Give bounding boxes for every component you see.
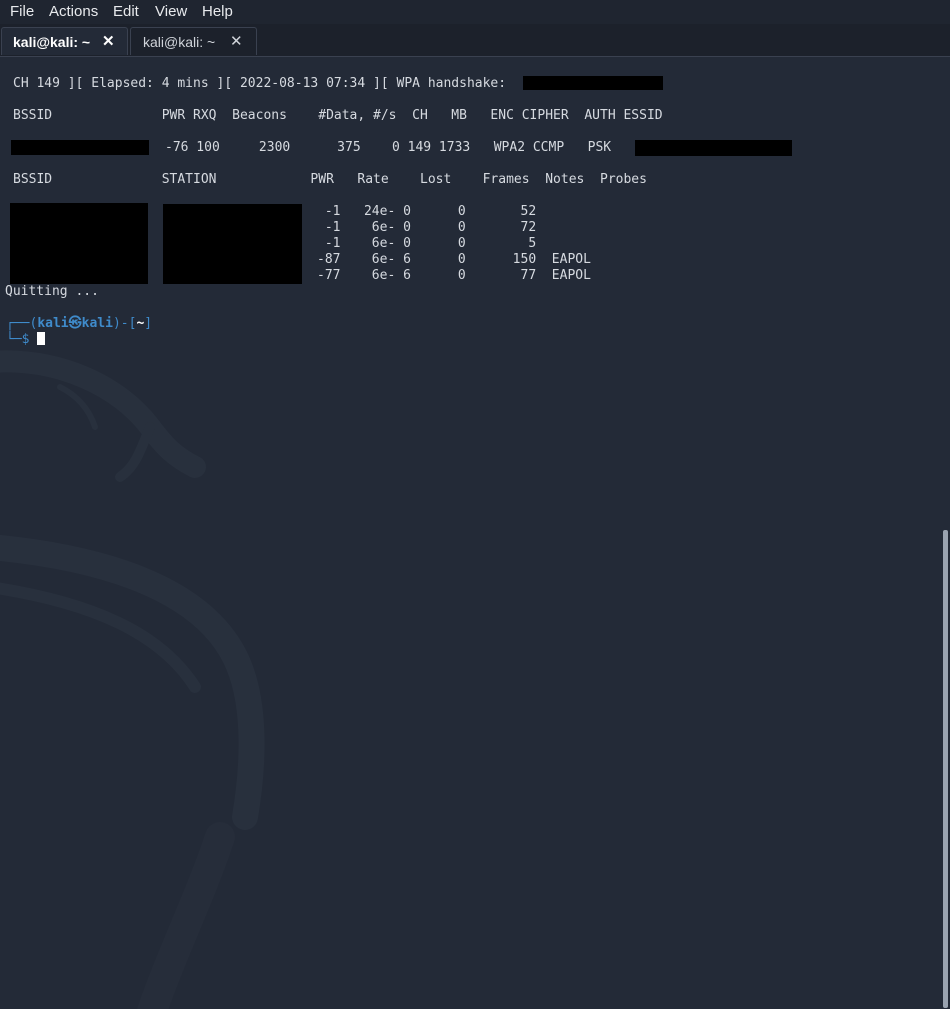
prompt-line-top: ┌──(kali㉿kali)-[~] (6, 316, 152, 332)
prompt-user: kali (37, 316, 69, 331)
redacted-block (523, 76, 663, 90)
prompt-frame: ┌──( (6, 316, 38, 331)
menu-file[interactable]: File (10, 3, 34, 20)
airodump-status-line: CH 149 ][ Elapsed: 4 mins ][ 2022-08-13 … (13, 76, 507, 91)
redacted-block (10, 203, 148, 284)
redacted-block (635, 140, 792, 156)
menu-edit[interactable]: Edit (113, 3, 139, 20)
prompt-frame: )-[ (112, 316, 137, 331)
terminal-output[interactable]: CH 149 ][ Elapsed: 4 mins ][ 2022-08-13 … (0, 57, 942, 1009)
redacted-block (163, 204, 302, 284)
tab-label: kali@kali: ~ (143, 34, 216, 50)
prompt-line-bottom: └─$ (6, 332, 46, 348)
station-table-header: BSSID STATION PWR Rate Lost Frames Notes… (13, 172, 647, 187)
menu-bar: File Actions Edit View Help (0, 0, 950, 24)
station-row: -1 24e- 0 0 52 (317, 204, 537, 219)
kali-dragon-watermark-icon (0, 350, 265, 1009)
redacted-block (11, 140, 149, 155)
tab-terminal-2[interactable]: kali@kali: ~ ✕ (130, 27, 257, 55)
station-row: -1 6e- 0 0 72 (317, 220, 537, 235)
prompt-host: kali (81, 316, 113, 331)
station-row: -87 6e- 6 0 150 EAPOL (317, 252, 591, 267)
close-icon[interactable]: ✕ (102, 32, 115, 50)
quitting-message: Quitting ... (5, 284, 99, 299)
menu-view[interactable]: View (155, 3, 187, 20)
close-icon[interactable]: ✕ (230, 32, 243, 50)
tab-terminal-1[interactable]: kali@kali: ~ ✕ (1, 27, 128, 55)
menu-help[interactable]: Help (202, 3, 233, 20)
tab-bar: kali@kali: ~ ✕ kali@kali: ~ ✕ (0, 24, 950, 57)
menu-actions[interactable]: Actions (49, 3, 98, 20)
tab-label: kali@kali: ~ (13, 34, 91, 50)
station-row: -77 6e- 6 0 77 EAPOL (317, 268, 591, 283)
station-row: -1 6e- 0 0 5 (317, 236, 537, 251)
prompt-dollar: └─$ (6, 332, 30, 347)
scrollbar-thumb[interactable] (943, 530, 948, 1008)
prompt-at-symbol: ㉿ (68, 316, 82, 331)
ap-table-header: BSSID PWR RXQ Beacons #Data, #/s CH MB E… (13, 108, 663, 123)
prompt-frame: ] (144, 316, 153, 331)
ap-table-row: -76 100 2300 375 0 149 1733 WPA2 CCMP PS… (165, 140, 612, 155)
text-cursor (37, 332, 46, 345)
